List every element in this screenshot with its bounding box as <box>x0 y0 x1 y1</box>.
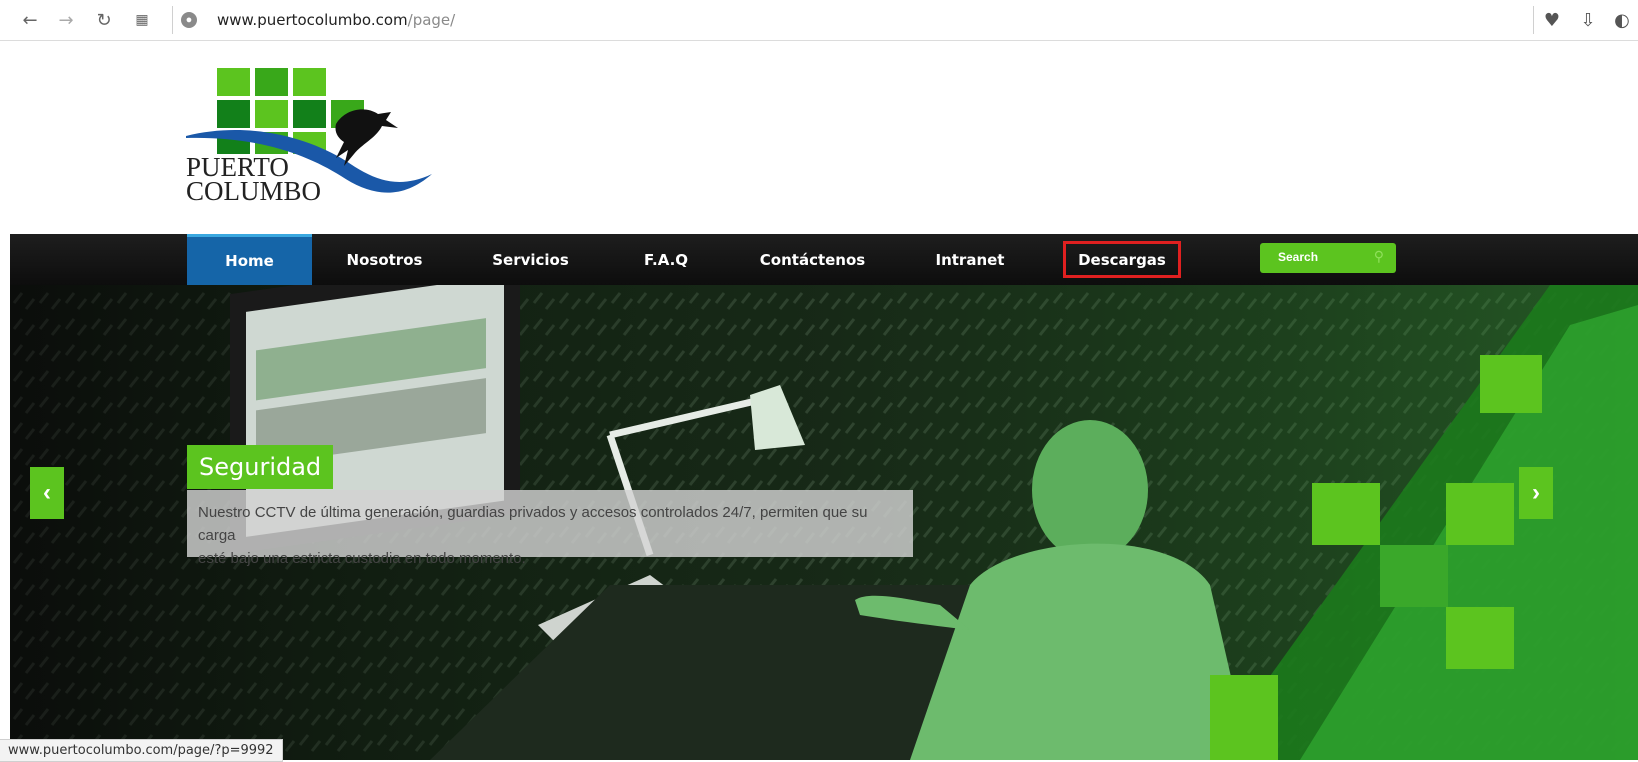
browser-toolbar: ← → ↻ ▦ ● www.puertocolumbo.com/page/ ♥ … <box>0 0 1638 41</box>
caption-line-2: esté bajo una estricta custodia en todo … <box>198 550 526 567</box>
search-box[interactable]: Search ⚲ <box>1260 243 1396 273</box>
logo-text-line2: COLUMBO <box>186 176 321 206</box>
extension-icon[interactable]: ◐ <box>1610 8 1634 32</box>
slide-caption-title: Seguridad <box>187 445 334 489</box>
caption-line-1: Nuestro CCTV de última generación, guard… <box>198 504 868 544</box>
address-url: www.puertocolumbo.com/page/ <box>217 11 456 29</box>
horse-icon <box>335 109 398 166</box>
site-logo[interactable]: PUERTO COLUMBO <box>186 66 436 216</box>
nav-nosotros[interactable]: Nosotros <box>332 234 437 285</box>
download-icon[interactable]: ⇩ <box>1576 8 1600 32</box>
search-label: Search <box>1278 250 1319 264</box>
address-bar[interactable]: ● www.puertocolumbo.com/page/ <box>172 6 1534 34</box>
back-icon[interactable]: ← <box>18 8 42 32</box>
nav-descargas[interactable]: Descargas <box>1063 241 1181 278</box>
nav-contactenos[interactable]: Contáctenos <box>750 234 875 285</box>
slider-next-icon[interactable]: › <box>1519 467 1553 519</box>
site-info-icon[interactable]: ● <box>181 12 197 28</box>
nav-home[interactable]: Home <box>187 234 312 285</box>
apps-grid-icon[interactable]: ▦ <box>130 8 154 32</box>
status-url-preview: www.puertocolumbo.com/page/?p=9992 <box>0 739 283 762</box>
heart-icon[interactable]: ♥ <box>1540 8 1564 32</box>
hero-slider: ‹ › Seguridad Nuestro CCTV de última gen… <box>10 285 1638 760</box>
slide-caption-text: Nuestro CCTV de última generación, guard… <box>187 490 913 567</box>
main-nav: Home Nosotros Servicios F.A.Q Contácteno… <box>10 234 1638 285</box>
nav-servicios[interactable]: Servicios <box>478 234 583 285</box>
slider-prev-icon[interactable]: ‹ <box>30 467 64 519</box>
reload-icon[interactable]: ↻ <box>92 8 116 32</box>
forward-icon[interactable]: → <box>54 8 78 32</box>
nav-intranet[interactable]: Intranet <box>920 234 1020 285</box>
nav-faq[interactable]: F.A.Q <box>626 234 706 285</box>
search-icon[interactable]: ⚲ <box>1374 248 1384 265</box>
